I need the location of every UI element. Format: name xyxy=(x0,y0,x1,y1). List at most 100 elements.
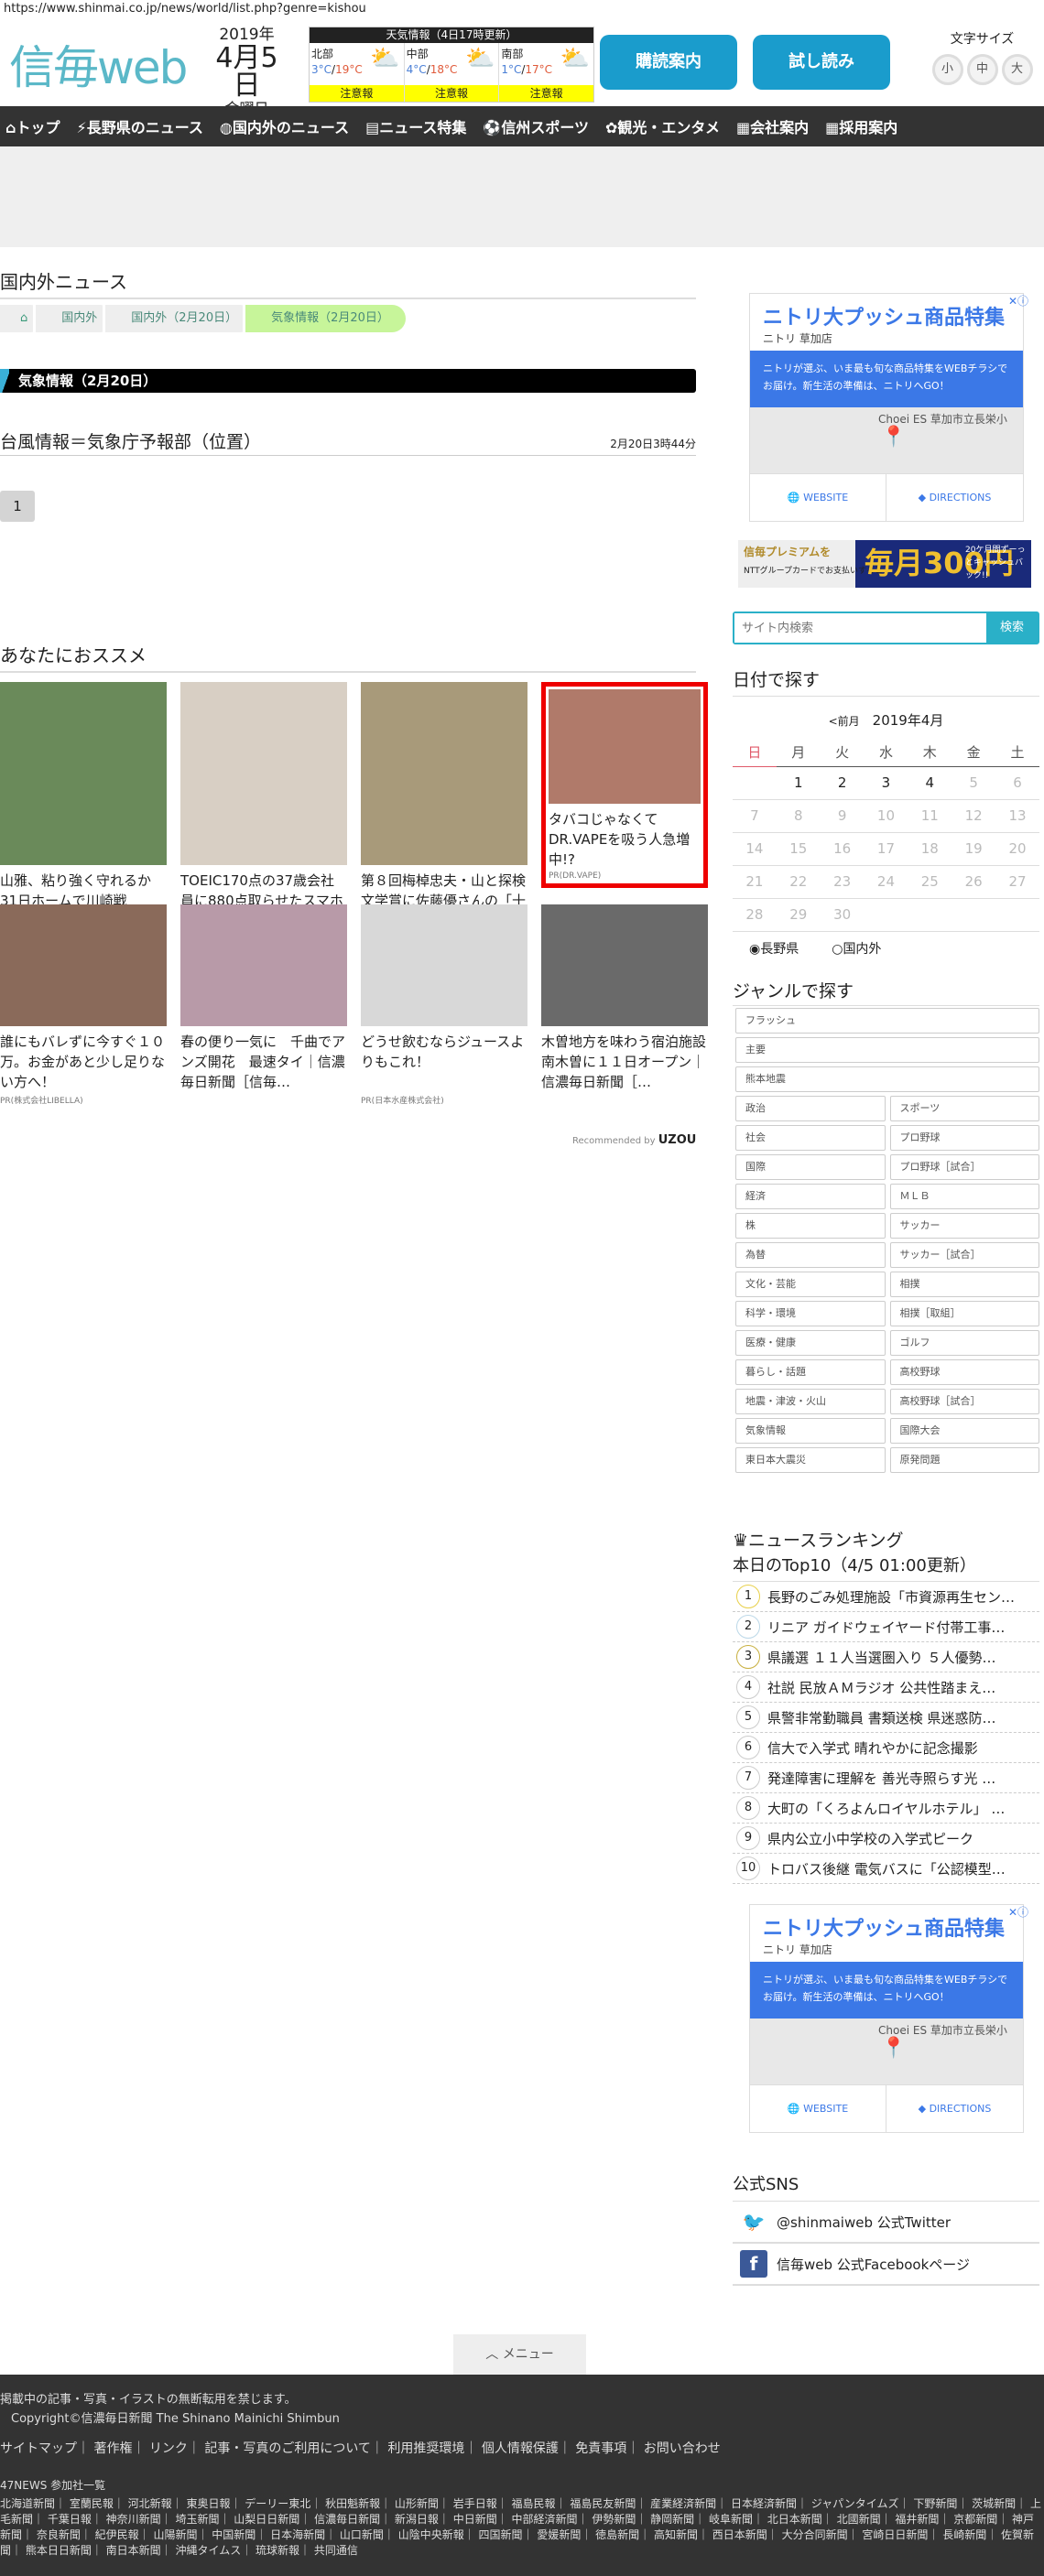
genre-button[interactable]: 政治 xyxy=(735,1096,886,1121)
ad-title[interactable]: ニトリ大プッシュ商品特集 xyxy=(763,301,1005,330)
card-image[interactable] xyxy=(541,904,708,1026)
premium-banner[interactable]: 信毎プレミアムを NTTグループカードでお支払いすると 毎月300円 20ケ月間… xyxy=(738,540,1031,588)
ranking-item[interactable]: 7 発達障害に理解を 善光寺照らす光 … xyxy=(733,1763,1039,1793)
twitter-link[interactable]: 🐦 @shinmaiweb 公式Twitter xyxy=(733,2202,1039,2244)
article-title[interactable]: 台風情報＝気象庁予報部（位置） xyxy=(0,428,261,453)
calendar-prev-month[interactable]: <前月 xyxy=(829,715,860,728)
genre-button[interactable]: ゴルフ xyxy=(889,1330,1039,1356)
genre-button[interactable]: プロ野球［試合］ xyxy=(889,1154,1039,1180)
genre-button[interactable]: スポーツ xyxy=(889,1096,1039,1121)
website-button[interactable]: 🌐 WEBSITE xyxy=(750,2084,886,2132)
card-title[interactable]: 木曽地方を味わう宿泊施設 南木曽に１１日オープン｜信濃毎日新聞［… xyxy=(541,1032,708,1092)
genre-button[interactable]: プロ野球 xyxy=(889,1125,1039,1151)
ad-body[interactable]: ニトリが選ぶ、いま最も旬な商品特集をWEBチラシでお届け。新生活の準備は、ニトリ… xyxy=(750,351,1023,407)
nav-item[interactable]: ✿観光・エンタメ xyxy=(605,115,720,137)
genre-button[interactable]: 国際大会 xyxy=(889,1418,1039,1444)
genre-button[interactable]: 相撲［取組］ xyxy=(889,1301,1039,1326)
weather-alert[interactable]: 注意報 xyxy=(499,85,594,102)
ranking-item[interactable]: 8 大町の「くろよんロイヤルホテル」 … xyxy=(733,1793,1039,1824)
ranking-item[interactable]: 10 トロバス後継 電気バスに「公認模型… xyxy=(733,1854,1039,1884)
genre-button[interactable]: 熊本地震 xyxy=(735,1066,1039,1092)
genre-button[interactable]: 株 xyxy=(735,1213,886,1239)
genre-button[interactable]: 地震・津波・火山 xyxy=(735,1389,886,1414)
genre-button[interactable]: 社会 xyxy=(735,1125,886,1151)
genre-button[interactable]: 為替 xyxy=(735,1242,886,1268)
scope-nagano-radio[interactable]: ◉長野県 xyxy=(749,942,815,957)
ranking-title[interactable]: トロバス後継 電気バスに「公認模型… xyxy=(767,1859,1006,1878)
ranking-item[interactable]: 3 県議選 １１人当選圏入り ５人優勢… xyxy=(733,1642,1039,1672)
card-title[interactable]: タバコじゃなくてDR.VAPEを吸う人急増中!? xyxy=(549,809,701,870)
card-image[interactable] xyxy=(361,682,527,865)
directions-button[interactable]: ◆ DIRECTIONS xyxy=(886,473,1023,521)
genre-button[interactable]: 医療・健康 xyxy=(735,1330,886,1356)
ranking-item[interactable]: 9 県内公立小中学校の入学式ピーク xyxy=(733,1824,1039,1854)
genre-button[interactable]: 文化・芸能 xyxy=(735,1272,886,1297)
article-row[interactable]: 台風情報＝気象庁予報部（位置） 2月20日3時44分 xyxy=(0,427,696,456)
recommend-card[interactable]: 木曽地方を味わう宿泊施設 南木曽に１１日オープン｜信濃毎日新聞［… xyxy=(541,904,708,1094)
ad-map[interactable]: Choei ES 草加市立長栄小 📍 xyxy=(750,2019,1023,2084)
card-title[interactable]: 春の便り一気に 千曲でアンズ開花 最速タイ｜信濃毎日新聞［信毎… xyxy=(180,1032,347,1092)
genre-button[interactable]: 暮らし・話題 xyxy=(735,1359,886,1385)
weather-alert[interactable]: 注意報 xyxy=(310,85,404,102)
recommend-card[interactable]: 第８回梅棹忠夫・山と探検文学賞に佐藤優さんの「十五の夏」｜信濃毎… xyxy=(361,682,527,933)
recommend-card[interactable]: タバコじゃなくてDR.VAPEを吸う人急増中!? PR(DR.VAPE) xyxy=(541,682,708,888)
ranking-item[interactable]: 6 信大で入学式 晴れやかに記念撮影 xyxy=(733,1733,1039,1763)
genre-button[interactable]: 科学・環境 xyxy=(735,1301,886,1326)
nav-item[interactable]: ⚽信州スポーツ xyxy=(483,115,589,137)
breadcrumb-item[interactable]: 国内外（2月20日） xyxy=(103,305,255,332)
subscribe-button[interactable]: 購読案内 xyxy=(600,35,737,90)
scope-world-radio[interactable]: ○国内外 xyxy=(832,942,897,957)
card-title[interactable]: 誰にもバレずに今すぐ１０万。お金があと少し足りない方へ！ xyxy=(0,1032,167,1092)
nav-item[interactable]: ◍国内外のニュース xyxy=(220,115,349,137)
ranking-title[interactable]: 社説 民放ＡＭラジオ 公共性踏まえ… xyxy=(767,1678,995,1697)
font-size-large-button[interactable]: 大 xyxy=(1001,54,1033,85)
ranking-item[interactable]: 2 リニア ガイドウェイヤード付帯工事… xyxy=(733,1612,1039,1642)
ranking-title[interactable]: 県警非常勤職員 書類送検 県迷惑防… xyxy=(767,1708,996,1727)
card-image[interactable] xyxy=(549,689,701,804)
weather-alert[interactable]: 注意報 xyxy=(404,85,499,102)
card-image[interactable] xyxy=(180,682,347,865)
card-image[interactable] xyxy=(180,904,347,1026)
genre-button[interactable]: 高校野球［試合］ xyxy=(889,1389,1039,1414)
ranking-title[interactable]: 信大で入学式 晴れやかに記念撮影 xyxy=(767,1738,978,1758)
ranking-item[interactable]: 1 長野のごみ処理施設「市資源再生セン… xyxy=(733,1582,1039,1612)
nav-item[interactable]: ▦会社案内 xyxy=(736,115,809,137)
pagination-page-1[interactable]: 1 xyxy=(0,491,35,522)
card-image[interactable] xyxy=(361,904,527,1026)
ranking-title[interactable]: 県議選 １１人当選圏入り ５人優勢… xyxy=(767,1648,996,1667)
recommend-card[interactable]: どうせ飲むならジュースよりもこれ！ PR(日本水産株式会社) xyxy=(361,904,527,1106)
ranking-item[interactable]: 4 社説 民放ＡＭラジオ 公共性踏まえ… xyxy=(733,1672,1039,1703)
ranking-title[interactable]: 大町の「くろよんロイヤルホテル」 … xyxy=(767,1799,1005,1818)
genre-button[interactable]: 東日本大震災 xyxy=(735,1447,886,1473)
ranking-item[interactable]: 5 県警非常勤職員 書類送検 県迷惑防… xyxy=(733,1703,1039,1733)
genre-button[interactable]: 国際 xyxy=(735,1154,886,1180)
nav-item[interactable]: ⌂トップ xyxy=(5,115,60,137)
ranking-title[interactable]: 長野のごみ処理施設「市資源再生セン… xyxy=(767,1587,1015,1607)
directions-button[interactable]: ◆ DIRECTIONS xyxy=(886,2084,1023,2132)
card-image[interactable] xyxy=(0,904,167,1026)
genre-button[interactable]: 原発問題 xyxy=(889,1447,1039,1473)
ad-map[interactable]: Choei ES 草加市立長栄小 📍 xyxy=(750,407,1023,473)
calendar-day[interactable]: 3 xyxy=(864,766,908,800)
calendar-day[interactable]: 1 xyxy=(776,766,821,800)
genre-button[interactable]: 気象情報 xyxy=(735,1418,886,1444)
card-title[interactable]: どうせ飲むならジュースよりもこれ！ xyxy=(361,1032,527,1092)
recommend-card[interactable]: 春の便り一気に 千曲でアンズ開花 最速タイ｜信濃毎日新聞［信毎… xyxy=(180,904,347,1094)
trial-button[interactable]: 試し読み xyxy=(753,35,890,90)
search-button[interactable]: 検索 xyxy=(986,613,1038,643)
font-size-medium-button[interactable]: 中 xyxy=(966,54,998,85)
breadcrumb-item[interactable]: 国内外 xyxy=(33,305,114,332)
ad-close-icon[interactable]: ✕ⓘ xyxy=(1008,1907,1028,1918)
weather-widget[interactable]: 天気情報（4日17時更新） 北部 3°C/19°C ⛅ 注意報 中部 4°C/18°C ⛅ 注… xyxy=(309,27,594,103)
genre-button[interactable]: フラッシュ xyxy=(735,1008,1039,1034)
nav-item[interactable]: ▤ニュース特集 xyxy=(365,115,466,137)
ad-body[interactable]: ニトリが選ぶ、いま最も旬な商品特集をWEBチラシでお届け。新生活の準備は、ニトリ… xyxy=(750,1962,1023,2019)
recommend-card[interactable]: 誰にもバレずに今すぐ１０万。お金があと少し足りない方へ！ PR(株式会社LIBEL… xyxy=(0,904,167,1106)
ad-title[interactable]: ニトリ大プッシュ商品特集 xyxy=(763,1912,1005,1942)
menu-toggle[interactable]: ︿ メニュー xyxy=(453,2334,586,2375)
calendar-day[interactable]: 2 xyxy=(820,766,865,800)
recommend-card[interactable]: 山雅、粘り強く守れるか 31日ホームで川崎戦 xyxy=(0,682,167,933)
genre-button[interactable]: 相撲 xyxy=(889,1272,1039,1297)
ranking-title[interactable]: 県内公立小中学校の入学式ピーク xyxy=(767,1829,973,1848)
facebook-link[interactable]: f 信毎web 公式Facebookページ xyxy=(733,2244,1039,2286)
